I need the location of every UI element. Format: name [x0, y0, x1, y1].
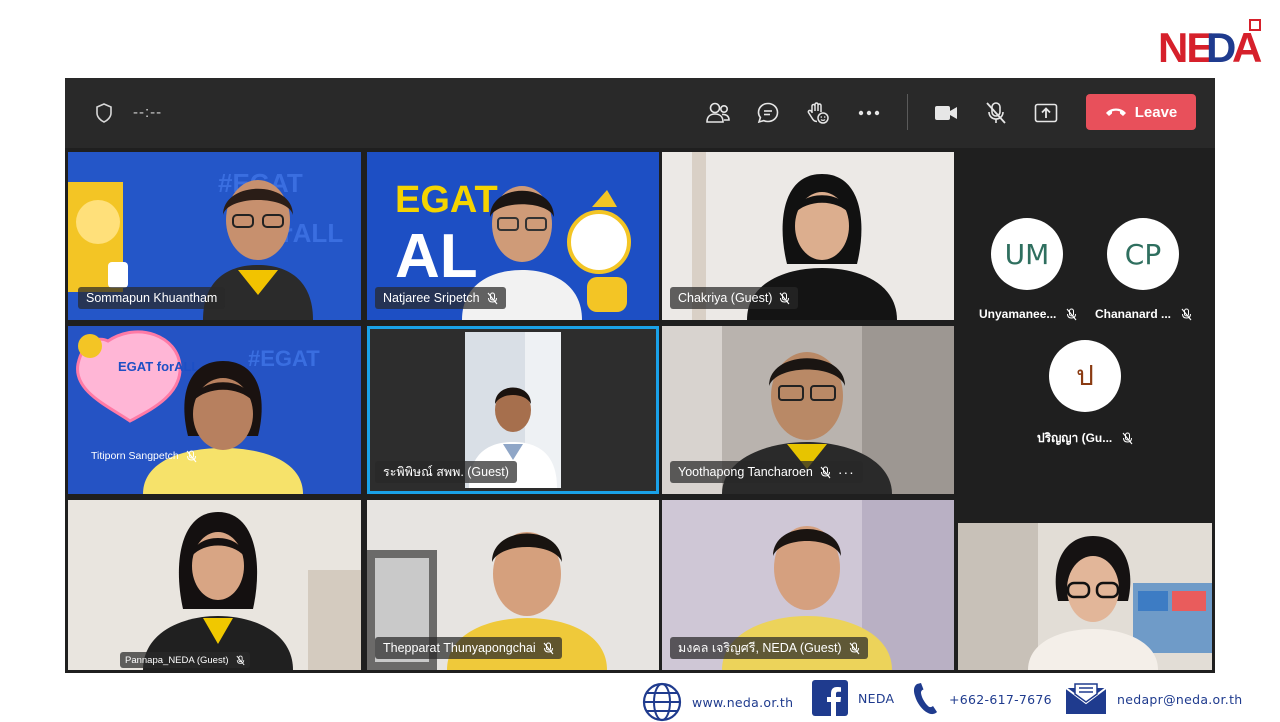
participant-name: Sommapun Khuantham	[86, 291, 218, 305]
meeting-toolbar: --:-- Leave	[65, 78, 1215, 148]
participant-tile-mongkol[interactable]: มงคล เจริญศรี, NEDA (Guest)	[662, 500, 954, 670]
participant-tile-sommapun[interactable]: #EGAT forALL Sommapun Khuantham	[68, 152, 361, 320]
mic-off-icon	[986, 102, 1006, 124]
globe-icon	[642, 682, 682, 722]
participant-name: Natjaree Sripetch	[383, 291, 480, 305]
meeting-timer: --:--	[133, 104, 163, 121]
facebook-icon	[812, 680, 848, 716]
website-text: www.neda.or.th	[692, 694, 794, 710]
share-button[interactable]	[1031, 98, 1061, 128]
mic-button[interactable]	[981, 98, 1011, 128]
participant-name: Titiporn Sangpetch	[91, 450, 179, 462]
roster-name: ปริญญา (Gu...	[1037, 431, 1113, 445]
avatar[interactable]: UM	[991, 218, 1063, 290]
facebook-item[interactable]: NEDA	[812, 680, 894, 716]
participant-tile-titiporn[interactable]: EGAT forALL #EGAT Titiporn Sangpetch	[68, 326, 361, 494]
mic-muted-icon	[1066, 308, 1077, 320]
participant-nameplate: ระพิพิษณ์ สพพ. (Guest)	[375, 461, 517, 483]
participant-name: Yoothapong Tancharoen	[678, 465, 813, 479]
reactions-button[interactable]	[803, 98, 833, 128]
email-text: nedapr@neda.or.th	[1117, 691, 1243, 707]
chat-button[interactable]	[753, 98, 783, 128]
participant-tile-yoothapong[interactable]: Yoothapong Tancharoen ···	[662, 326, 954, 494]
mic-muted-icon	[1181, 308, 1192, 320]
shield-icon	[95, 103, 113, 123]
participant-video	[1028, 536, 1158, 670]
mic-muted-icon	[186, 450, 197, 462]
teams-meeting-window: --:-- Leave #EGAT	[65, 78, 1215, 673]
participant-tile-chakriya[interactable]: Chakriya (Guest)	[662, 152, 954, 320]
roster-name: Chananard ...	[1095, 307, 1172, 321]
more-actions-button[interactable]	[854, 98, 884, 128]
avatar[interactable]: CP	[1107, 218, 1179, 290]
roster-item: Unyamanee...	[979, 307, 1077, 321]
participant-video	[143, 512, 293, 670]
participant-name: มงคล เจริญศรี, NEDA (Guest)	[678, 641, 842, 655]
phone-item[interactable]: +662-617-7676	[913, 682, 1052, 716]
participant-nameplate: Yoothapong Tancharoen ···	[670, 461, 863, 483]
participant-video	[143, 361, 303, 494]
phone-icon	[913, 683, 937, 715]
participant-name: Thepparat Thunyapongchai	[383, 641, 536, 655]
leave-button[interactable]: Leave	[1086, 94, 1196, 130]
participant-nameplate: Pannapa_NEDA (Guest)	[120, 652, 250, 668]
people-button[interactable]	[703, 98, 733, 128]
more-icon	[858, 110, 880, 116]
facebook-text: NEDA	[858, 690, 895, 706]
raise-hand-icon	[807, 102, 829, 124]
participant-tile-active-speaker[interactable]: ระพิพิษณ์ สพพ. (Guest)	[367, 326, 659, 494]
mic-muted-icon	[820, 466, 831, 478]
email-icon	[1065, 683, 1107, 714]
chat-icon	[757, 102, 779, 124]
roster-item: ปริญญา (Gu...	[1037, 429, 1133, 448]
mic-muted-icon	[849, 642, 860, 654]
avatar[interactable]: ป	[1049, 340, 1121, 412]
participant-tile-thepparat[interactable]: Thepparat Thunyapongchai	[367, 500, 659, 670]
participant-nameplate: Thepparat Thunyapongchai	[375, 637, 562, 659]
self-view-tile[interactable]	[958, 523, 1212, 670]
participant-nameplate: มงคล เจริญศรี, NEDA (Guest)	[670, 637, 868, 659]
roster-name: Unyamanee...	[979, 307, 1057, 321]
participant-nameplate: Sommapun Khuantham	[78, 287, 226, 309]
roster-panel: UM Unyamanee... CP Chananard ... ป ปริญญ…	[957, 152, 1213, 520]
participant-nameplate: Titiporn Sangpetch	[86, 448, 202, 464]
people-icon	[706, 102, 730, 123]
participant-tile-natjaree[interactable]: EGAT AL Natjaree Sripetch	[367, 152, 659, 320]
participant-nameplate: Natjaree Sripetch	[375, 287, 506, 309]
leave-label: Leave	[1134, 103, 1178, 121]
camera-button[interactable]	[931, 98, 961, 128]
camera-icon	[935, 106, 957, 120]
mic-muted-icon	[543, 642, 554, 654]
participant-nameplate: Chakriya (Guest)	[670, 287, 799, 309]
roster-item: Chananard ...	[1095, 307, 1192, 321]
toolbar-divider	[907, 94, 908, 130]
mic-muted-icon	[780, 292, 790, 304]
participant-name: Pannapa_NEDA (Guest)	[125, 654, 229, 666]
contact-footer: www.neda.or.th NEDA +662-617-7676 nedapr…	[0, 676, 1280, 722]
mic-muted-icon	[487, 292, 498, 304]
mic-muted-icon	[235, 655, 245, 665]
phone-text: +662-617-7676	[949, 691, 1052, 707]
email-item[interactable]: nedapr@neda.or.th	[1065, 682, 1243, 716]
neda-logo: NE D A	[1156, 18, 1264, 71]
participant-tile-pannapa[interactable]: Pannapa_NEDA (Guest)	[68, 500, 361, 670]
hang-up-icon	[1105, 108, 1126, 116]
share-icon	[1034, 103, 1058, 123]
mic-muted-icon	[1122, 432, 1133, 445]
participant-name: Chakriya (Guest)	[678, 291, 773, 305]
participant-name: ระพิพิษณ์ สพพ. (Guest)	[383, 465, 509, 479]
more-options-icon[interactable]: ···	[838, 464, 855, 480]
website-item[interactable]: www.neda.or.th	[642, 682, 793, 722]
